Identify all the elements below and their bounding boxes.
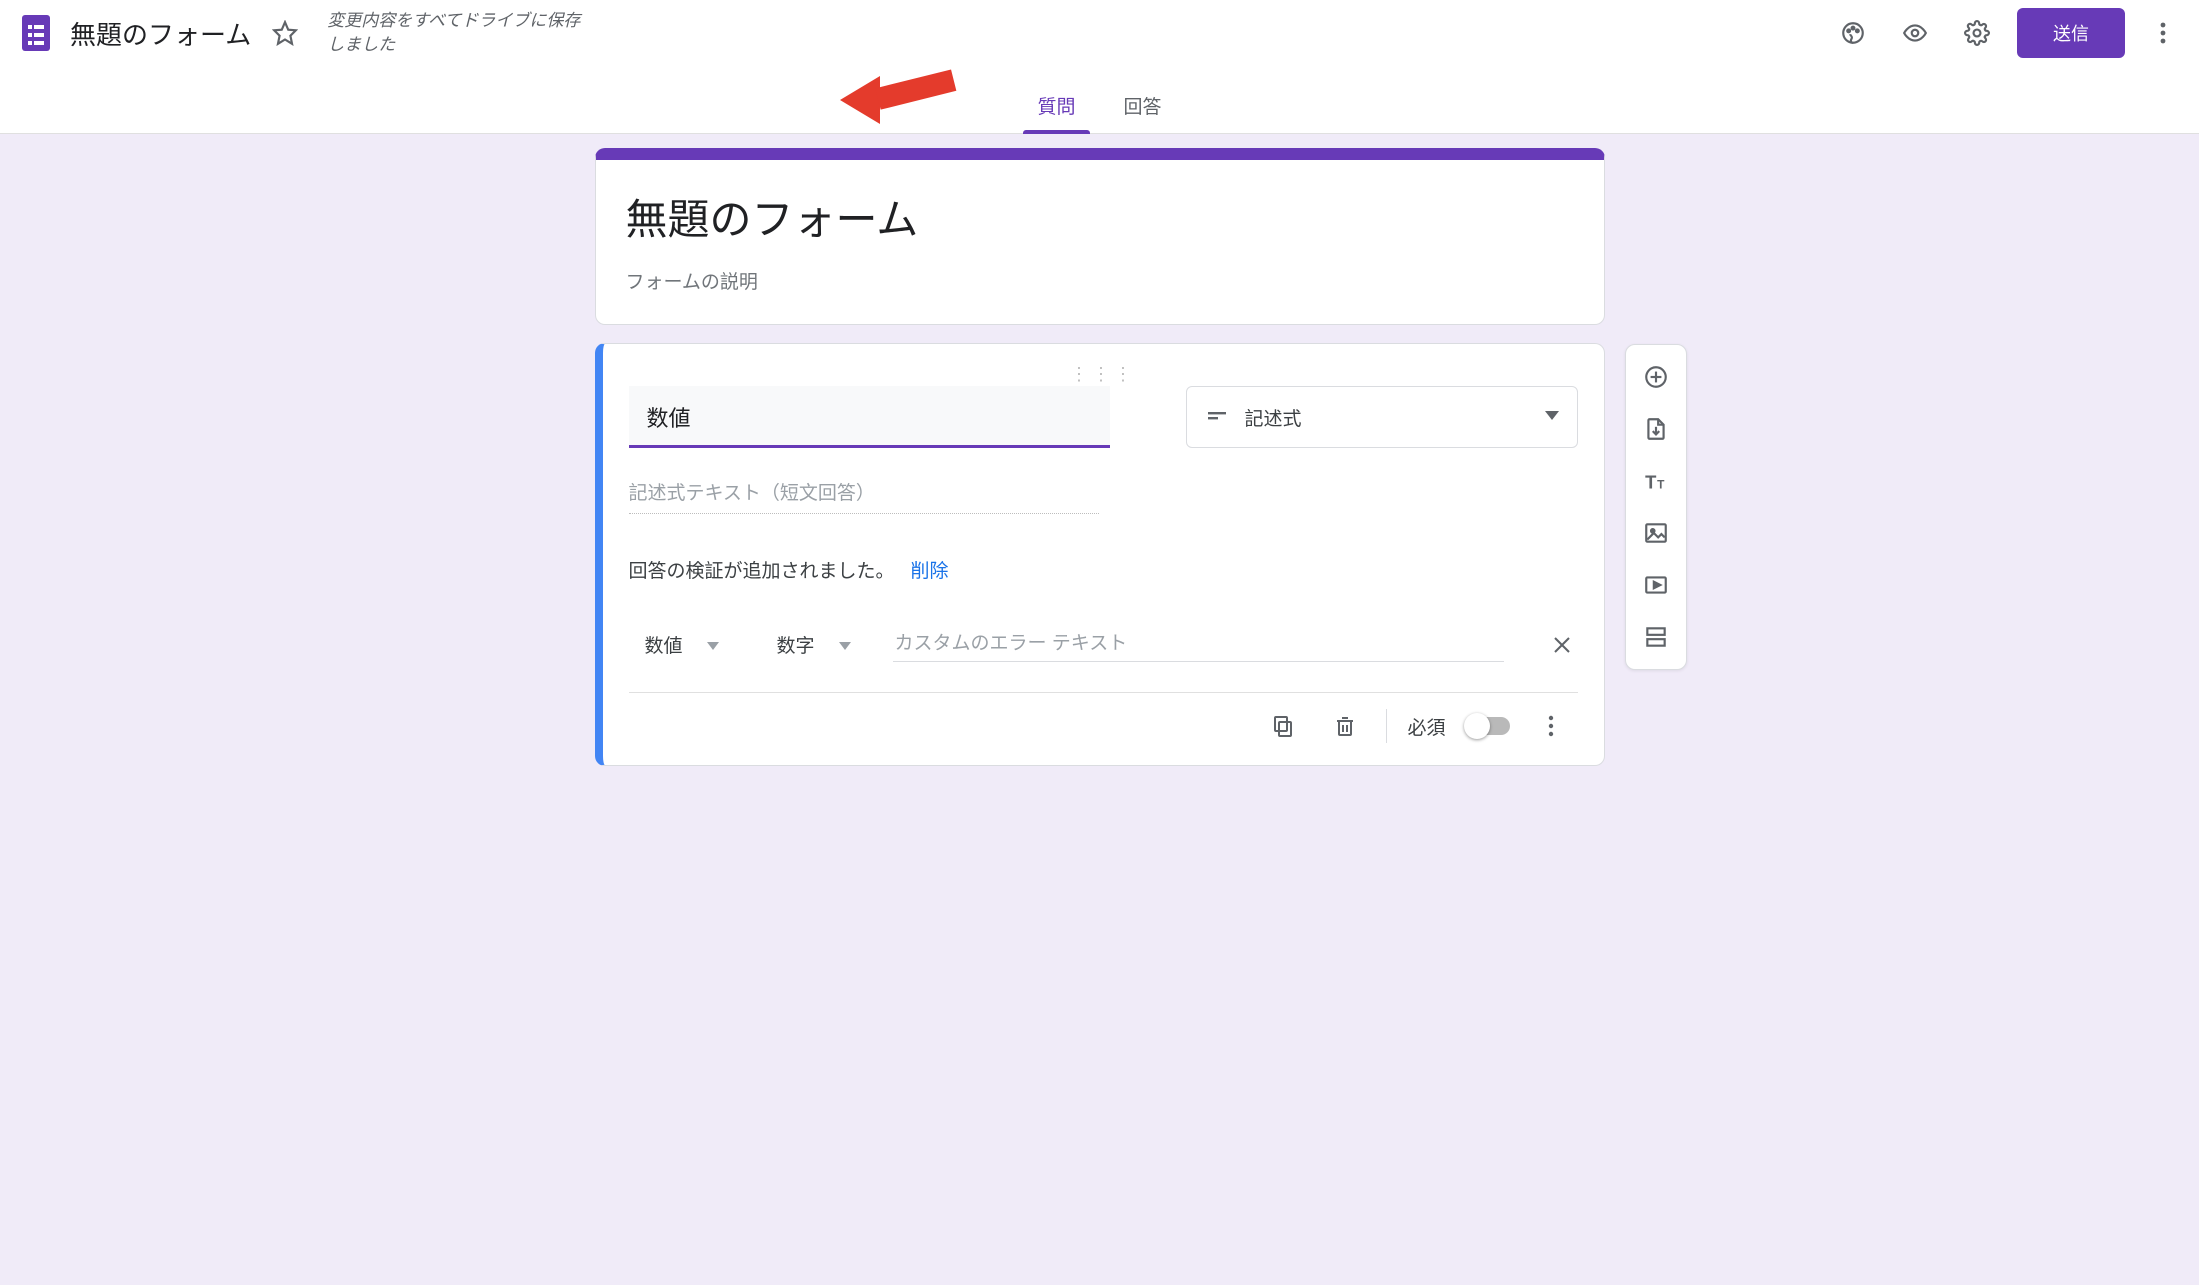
document-title[interactable]: 無題のフォーム xyxy=(68,11,253,56)
palette-icon[interactable] xyxy=(1831,11,1875,55)
copy-icon[interactable] xyxy=(1262,705,1304,747)
trash-icon[interactable] xyxy=(1324,705,1366,747)
validation-kind-label: 数値 xyxy=(645,631,683,658)
add-section-button[interactable] xyxy=(1630,613,1682,661)
short-answer-preview: 記述式テキスト（短文回答） xyxy=(629,478,1099,514)
question-type-select[interactable]: 記述式 xyxy=(1186,386,1578,448)
add-question-button[interactable] xyxy=(1630,353,1682,401)
gear-icon[interactable] xyxy=(1955,11,1999,55)
save-status: 変更内容をすべてドライブに保存しました xyxy=(327,9,587,57)
chevron-down-icon xyxy=(707,634,719,656)
form-title[interactable]: 無題のフォーム xyxy=(626,186,1574,247)
form-title-card[interactable]: 無題のフォーム フォームの説明 xyxy=(595,148,1605,325)
custom-error-input[interactable] xyxy=(893,627,1504,662)
eye-icon[interactable] xyxy=(1893,11,1937,55)
validation-delete-link[interactable]: 削除 xyxy=(911,556,949,583)
validation-added-text: 回答の検証が追加されました。 xyxy=(629,556,895,583)
add-image-button[interactable] xyxy=(1630,509,1682,557)
question-footer: 必須 xyxy=(629,692,1578,757)
tabs: 質問 回答 xyxy=(0,82,2199,133)
tab-questions[interactable]: 質問 xyxy=(1031,82,1081,133)
required-toggle[interactable] xyxy=(1466,717,1510,735)
chevron-down-icon xyxy=(1545,408,1559,426)
question-more-vert-icon[interactable] xyxy=(1530,705,1572,747)
forms-logo-icon xyxy=(16,13,56,53)
star-icon[interactable] xyxy=(265,13,305,53)
question-title-field[interactable] xyxy=(629,386,1110,448)
question-card[interactable]: ⋮⋮⋮ 記述式 記述式テキスト（短文回答） 回答の検証が追加されました xyxy=(595,343,1605,766)
chevron-down-icon xyxy=(839,634,851,656)
add-title-button[interactable]: TT xyxy=(1630,457,1682,505)
tab-responses[interactable]: 回答 xyxy=(1118,82,1168,133)
short-text-icon xyxy=(1205,403,1229,432)
import-questions-button[interactable] xyxy=(1630,405,1682,453)
svg-text:T: T xyxy=(1657,478,1665,492)
question-type-label: 記述式 xyxy=(1245,404,1302,431)
question-title-input[interactable] xyxy=(647,404,1092,430)
svg-text:T: T xyxy=(1645,472,1657,493)
send-button[interactable]: 送信 xyxy=(2017,8,2125,58)
side-toolbar: TT xyxy=(1625,344,1687,670)
close-icon[interactable] xyxy=(1546,629,1578,661)
form-canvas: 無題のフォーム フォームの説明 ⋮⋮⋮ 記述式 xyxy=(0,134,2199,824)
required-label: 必須 xyxy=(1407,713,1445,740)
validation-kind-select[interactable]: 数値 xyxy=(629,631,719,658)
drag-handle-icon[interactable]: ⋮⋮⋮ xyxy=(629,364,1578,380)
app-header: 無題のフォーム 変更内容をすべてドライブに保存しました 送信 質問 回答 xyxy=(0,0,2199,134)
validation-op-select[interactable]: 数字 xyxy=(761,631,851,658)
divider xyxy=(1386,709,1387,743)
validation-op-label: 数字 xyxy=(777,631,815,658)
form-description[interactable]: フォームの説明 xyxy=(626,267,1574,294)
more-vert-icon[interactable] xyxy=(2143,13,2183,53)
add-video-button[interactable] xyxy=(1630,561,1682,609)
